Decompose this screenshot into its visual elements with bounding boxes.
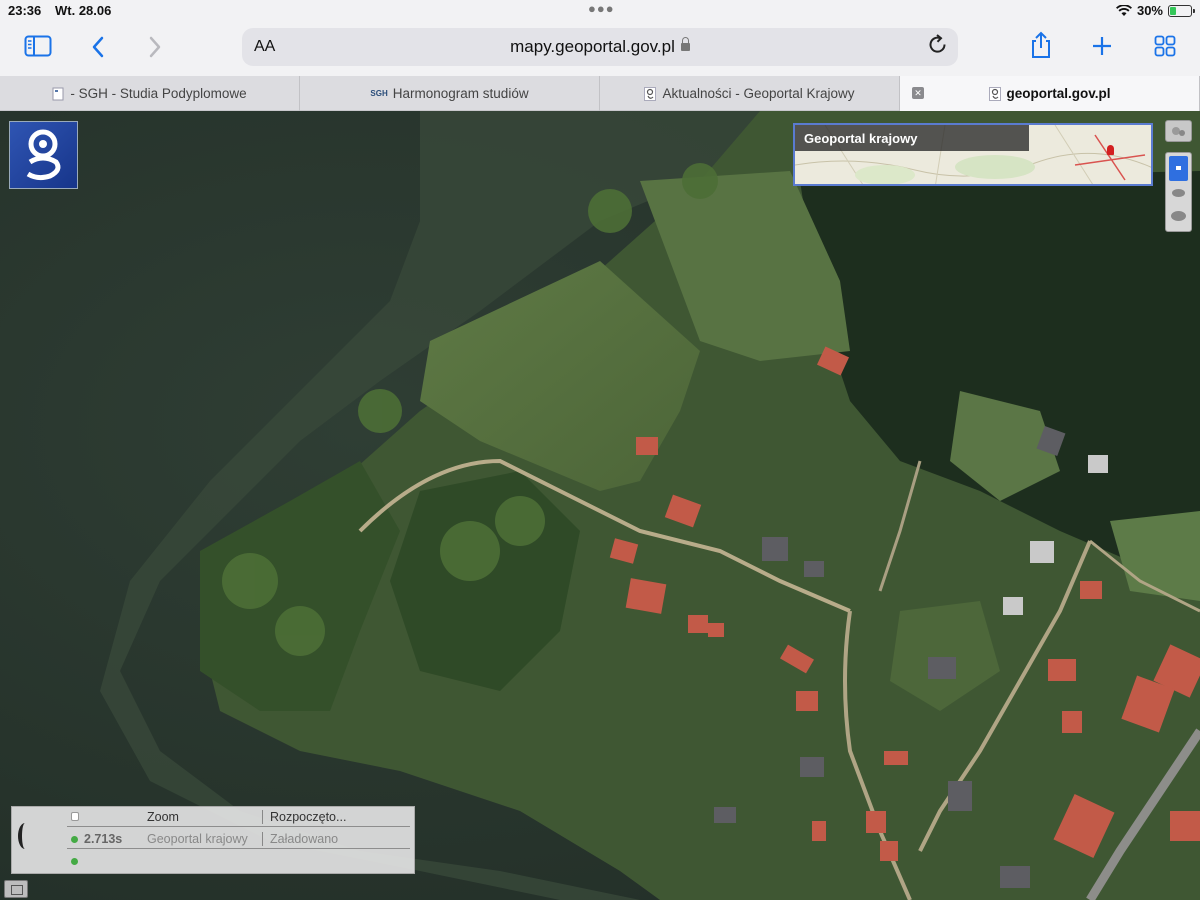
spinner-icon bbox=[18, 823, 32, 849]
wifi-icon bbox=[1115, 4, 1132, 16]
log-row bbox=[67, 851, 410, 871]
log-status-icon bbox=[71, 836, 78, 843]
clock: 23:36 bbox=[8, 3, 42, 18]
tab-label: - SGH - Studia Podyplomowe bbox=[70, 86, 247, 101]
toggle-panel-button[interactable] bbox=[4, 880, 28, 898]
layers-icon bbox=[1172, 127, 1185, 136]
battery-percent: 30% bbox=[1136, 3, 1163, 18]
sidebar-icon[interactable] bbox=[24, 35, 52, 57]
log-status-icon bbox=[71, 812, 79, 821]
minimap-title: Geoportal krajowy bbox=[795, 125, 1029, 151]
url-field[interactable]: mapy.geoportal.gov.pl bbox=[242, 37, 958, 57]
close-tab-icon[interactable]: ✕ bbox=[912, 87, 924, 99]
geoportal-favicon-icon bbox=[644, 86, 657, 101]
geoportal-logo-icon bbox=[26, 129, 61, 181]
log-row: Zoom Rozpoczęto... bbox=[67, 807, 410, 827]
visibility-icon[interactable] bbox=[1171, 211, 1186, 221]
overview-minimap[interactable]: Geoportal krajowy bbox=[793, 123, 1153, 186]
battery-icon bbox=[1168, 4, 1195, 17]
tab-geoportal-active[interactable]: ✕ geoportal.gov.pl bbox=[900, 76, 1200, 111]
tab-overview-icon[interactable] bbox=[1154, 35, 1176, 57]
visibility-icon[interactable] bbox=[1172, 189, 1185, 197]
browser-toolbar: AA mapy.geoportal.gov.pl bbox=[0, 22, 1200, 76]
back-icon[interactable] bbox=[91, 36, 105, 58]
log-layer: Zoom bbox=[147, 810, 263, 824]
status-bar: 23:36 Wt. 28.06 ●●● 30% bbox=[0, 0, 1200, 22]
log-status: Rozpoczęto... bbox=[270, 810, 347, 824]
url-text: mapy.geoportal.gov.pl bbox=[510, 37, 675, 56]
zoom-control[interactable] bbox=[1165, 152, 1192, 232]
geoportal-favicon-icon bbox=[988, 86, 1001, 101]
log-status: Załadowano bbox=[270, 832, 339, 846]
map-canvas[interactable] bbox=[0, 111, 1200, 900]
multitasking-dots-icon[interactable]: ●●● bbox=[588, 1, 615, 16]
log-time: 2.713s bbox=[84, 832, 123, 846]
tab-sgh-studia[interactable]: - SGH - Studia Podyplomowe bbox=[0, 76, 300, 111]
aerial-photo bbox=[0, 111, 1200, 900]
address-bar[interactable]: AA mapy.geoportal.gov.pl bbox=[242, 28, 958, 66]
new-tab-icon[interactable] bbox=[1092, 36, 1112, 56]
sgh-favicon-icon: SGH bbox=[370, 89, 388, 98]
layer-switch-button[interactable] bbox=[1165, 120, 1192, 142]
document-icon bbox=[52, 87, 64, 100]
log-status-icon bbox=[71, 858, 78, 865]
loading-log-panel: Zoom Rozpoczęto... 2.713s Geoportal kraj… bbox=[11, 806, 415, 874]
forward-icon[interactable] bbox=[148, 36, 162, 58]
lock-icon bbox=[680, 37, 690, 51]
tab-harmonogram[interactable]: SGH Harmonogram studiów bbox=[300, 76, 600, 111]
tab-label: geoportal.gov.pl bbox=[1006, 86, 1111, 101]
tab-aktualnosci[interactable]: Aktualności - Geoportal Krajowy bbox=[600, 76, 900, 111]
tab-label: Harmonogram studiów bbox=[392, 86, 529, 101]
share-icon[interactable] bbox=[1029, 31, 1053, 59]
log-row: 2.713s Geoportal krajowy Załadowano bbox=[67, 829, 410, 849]
date: Wt. 28.06 bbox=[55, 3, 112, 18]
tab-label: Aktualności - Geoportal Krajowy bbox=[662, 86, 855, 101]
location-marker-icon bbox=[1107, 145, 1114, 155]
tab-bar: - SGH - Studia Podyplomowe SGH Harmonogr… bbox=[0, 76, 1200, 111]
log-layer: Geoportal krajowy bbox=[147, 832, 263, 846]
zoom-in-button[interactable] bbox=[1169, 156, 1188, 181]
reload-icon[interactable] bbox=[928, 34, 948, 56]
status-right: 30% bbox=[1115, 3, 1195, 18]
geoportal-logo[interactable] bbox=[9, 121, 78, 189]
